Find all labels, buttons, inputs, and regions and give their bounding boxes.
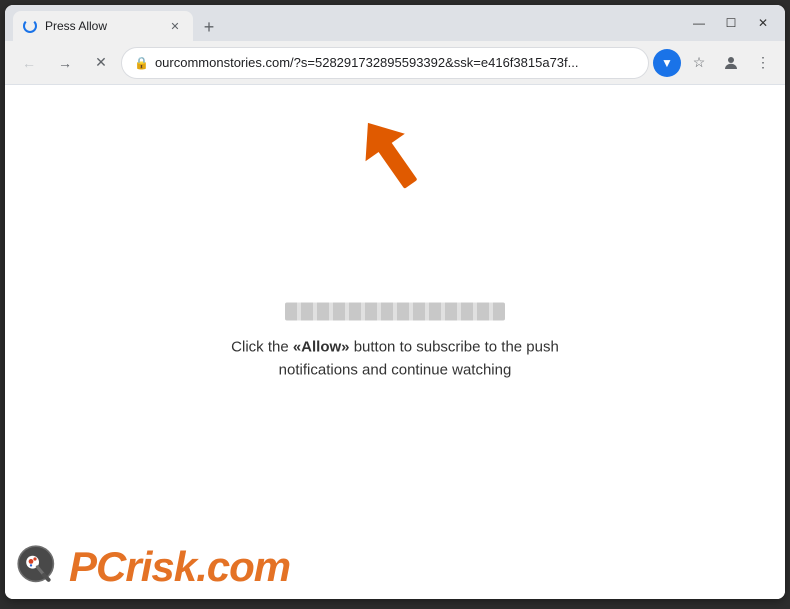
forward-button[interactable]: → (49, 47, 81, 79)
tab-loading-spinner (23, 19, 37, 33)
arrow-container (345, 115, 445, 220)
subscribe-text: Click the «Allow» button to subscribe to… (200, 337, 590, 382)
window-controls: — ☐ ✕ (685, 13, 777, 33)
arrow-svg (345, 115, 445, 215)
url-text: ourcommonstories.com/?s=5282917328955933… (155, 55, 636, 70)
subscribe-text-pre: Click the (231, 339, 293, 356)
lock-icon: 🔒 (134, 56, 149, 70)
tab-area: Press Allow ✕ + (13, 5, 681, 41)
maximize-button[interactable]: ☐ (717, 13, 745, 33)
pcrisk-pc: PC (69, 543, 125, 590)
minimize-button[interactable]: — (685, 13, 713, 33)
new-tab-button[interactable]: + (195, 13, 223, 41)
download-button[interactable]: ▼ (653, 49, 681, 77)
fake-progress-bar (285, 303, 505, 321)
menu-icon[interactable]: ⋮ (749, 49, 777, 77)
nav-bar: ← → ✕ 🔒 ourcommonstories.com/?s=52829173… (5, 41, 785, 85)
bookmark-icon[interactable]: ☆ (685, 49, 713, 77)
subscribe-allow: «Allow» (293, 339, 350, 356)
browser-window: Press Allow ✕ + — ☐ ✕ ← → ✕ 🔒 ourcommons… (5, 5, 785, 599)
pcrisk-logo-icon (15, 543, 63, 591)
pcrisk-watermark: PCrisk.com (5, 535, 300, 599)
pcrisk-brand-text: PCrisk.com (69, 543, 290, 591)
profile-icon[interactable] (717, 49, 745, 77)
address-bar[interactable]: 🔒 ourcommonstories.com/?s=52829173289559… (121, 47, 649, 79)
pcrisk-suffix: risk.com (125, 543, 290, 590)
close-button[interactable]: ✕ (749, 13, 777, 33)
progress-area: Click the «Allow» button to subscribe to… (200, 303, 590, 382)
tab-title: Press Allow (45, 19, 159, 33)
back-button[interactable]: ← (13, 47, 45, 79)
active-tab[interactable]: Press Allow ✕ (13, 11, 193, 41)
page-content: Click the «Allow» button to subscribe to… (5, 85, 785, 599)
tab-close-button[interactable]: ✕ (167, 18, 183, 34)
stop-button[interactable]: ✕ (85, 47, 117, 79)
title-bar: Press Allow ✕ + — ☐ ✕ (5, 5, 785, 41)
